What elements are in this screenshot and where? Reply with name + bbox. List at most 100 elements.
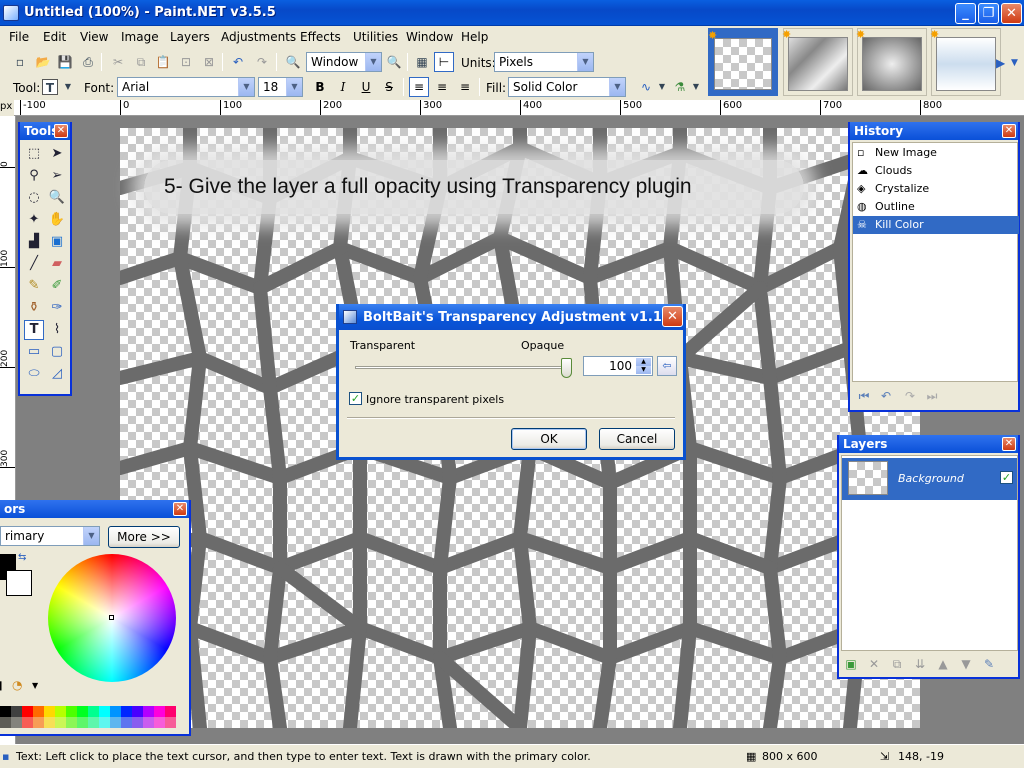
palette-swatch[interactable] (110, 706, 121, 717)
history-item[interactable]: ▫ New Image (853, 144, 1019, 162)
eraser-icon[interactable]: ▰ (47, 254, 67, 274)
strikethrough-button[interactable]: S (379, 77, 399, 97)
color-mode-select[interactable]: rimary ▼ (0, 526, 100, 546)
menu-adjustments[interactable]: Adjustments (221, 30, 296, 44)
secondary-color-swatch[interactable] (6, 570, 32, 596)
antialiasing-icon[interactable]: ∿ (638, 79, 654, 95)
align-right-icon[interactable]: ≡ (455, 77, 475, 97)
zoom-out-icon[interactable]: 🔍 (285, 54, 301, 70)
align-center-icon[interactable]: ≡ (432, 77, 452, 97)
paint-bucket-icon[interactable]: ▟ (24, 232, 44, 252)
palette-swatch[interactable] (132, 717, 143, 728)
copy-icon[interactable]: ⧉ (133, 54, 149, 70)
palette-swatch[interactable] (66, 706, 77, 717)
color-picker-icon[interactable]: ✐ (47, 276, 67, 296)
title-bar[interactable]: Untitled (100%) - Paint.NET v3.5.5 _ ❐ ✕ (0, 0, 1024, 26)
palette-swatch[interactable] (55, 717, 66, 728)
palette-swatch[interactable] (33, 717, 44, 728)
layers-panel-title[interactable]: Layers ✕ (839, 435, 1018, 453)
swap-colors-icon[interactable]: ⇆ (18, 552, 26, 563)
grid-icon[interactable]: ▦ (414, 54, 430, 70)
spin-down-icon[interactable]: ▼ (636, 366, 651, 374)
menu-utilities[interactable]: Utilities (353, 30, 398, 44)
history-item[interactable]: ☁ Clouds (853, 162, 1019, 180)
palette-menu-icon[interactable]: ◔ (12, 678, 22, 692)
palette-swatch[interactable] (66, 717, 77, 728)
rectangle-icon[interactable]: ▭ (24, 342, 44, 362)
palette-swatch[interactable] (154, 706, 165, 717)
move-layer-down-icon[interactable]: ▼ (958, 656, 974, 672)
font-size-select[interactable]: 18 ▼ (258, 77, 303, 97)
history-item[interactable]: ◈ Crystalize (853, 180, 1019, 198)
history-item[interactable]: ◍ Outline (853, 198, 1019, 216)
merge-layer-down-icon[interactable]: ⇊ (912, 656, 928, 672)
menu-view[interactable]: View (80, 30, 108, 44)
app-icon[interactable] (3, 5, 19, 21)
zoom-icon[interactable]: 🔍 (47, 188, 67, 208)
menu-edit[interactable]: Edit (43, 30, 66, 44)
close-icon[interactable]: ✕ (1002, 437, 1016, 451)
italic-button[interactable]: I (333, 77, 353, 97)
freeform-shape-icon[interactable]: ◿ (47, 364, 67, 384)
palette-swatch[interactable] (154, 717, 165, 728)
palette-swatch[interactable] (55, 706, 66, 717)
chevron-down-icon[interactable]: ▼ (654, 79, 670, 95)
more-colors-button[interactable]: More >> (108, 526, 180, 548)
reset-arrow-icon[interactable]: ⇦ (657, 356, 677, 376)
color-wheel[interactable] (48, 554, 176, 682)
align-left-icon[interactable]: ≡ (409, 77, 429, 97)
minimize-button[interactable]: _ (955, 3, 976, 24)
colors-panel-title[interactable]: ors ✕ (0, 500, 189, 518)
undo-icon[interactable]: ↶ (878, 388, 894, 404)
image-tab-3[interactable]: ✸ (856, 28, 927, 96)
palette-swatch[interactable] (77, 717, 88, 728)
save-icon[interactable]: 💾 (57, 54, 73, 70)
palette-swatch[interactable] (121, 717, 132, 728)
menu-effects[interactable]: Effects (300, 30, 341, 44)
close-icon[interactable]: ✕ (173, 502, 187, 516)
recolor-icon[interactable]: ✑ (47, 298, 67, 318)
crop-icon[interactable]: ⊡ (178, 54, 194, 70)
palette-swatch[interactable] (11, 717, 22, 728)
image-tab-4[interactable]: ✸ (930, 28, 1001, 96)
move-layer-up-icon[interactable]: ▲ (935, 656, 951, 672)
palette-swatch[interactable] (22, 717, 33, 728)
zoom-select[interactable]: Window ▼ (306, 52, 382, 72)
palette-swatch[interactable] (88, 706, 99, 717)
pencil-icon[interactable]: ✎ (24, 276, 44, 296)
gradient-icon[interactable]: ▣ (47, 232, 67, 252)
new-image-icon[interactable]: ▫ (12, 54, 28, 70)
ellipse-select-icon[interactable]: ◌ (24, 188, 44, 208)
menu-image[interactable]: Image (121, 30, 159, 44)
palette-swatch[interactable] (11, 706, 22, 717)
opacity-spinner[interactable]: 100 ▲ ▼ (583, 356, 653, 376)
palette-swatch[interactable] (22, 706, 33, 717)
chevron-down-icon[interactable]: ▼ (688, 79, 704, 95)
palette-swatch[interactable] (0, 717, 11, 728)
palette-swatch[interactable] (77, 706, 88, 717)
undo-icon[interactable]: ↶ (230, 54, 246, 70)
palette-swatch[interactable] (165, 706, 176, 717)
dialog-close-button[interactable]: ✕ (662, 306, 683, 327)
close-button[interactable]: ✕ (1001, 3, 1022, 24)
redo-icon[interactable]: ↷ (254, 54, 270, 70)
palette-swatch[interactable] (121, 706, 132, 717)
image-tab-untitled[interactable]: ✸ (708, 28, 778, 96)
scroll-right-icon[interactable]: ▶ (996, 56, 1005, 70)
palette-swatch[interactable] (143, 706, 154, 717)
clone-stamp-icon[interactable]: ⚱ (24, 298, 44, 318)
move-selected-pixels-icon[interactable]: ➤ (47, 144, 67, 164)
blend-mode-icon[interactable]: ⚗ (672, 79, 688, 95)
history-item-selected[interactable]: ☠ Kill Color (853, 216, 1019, 234)
units-select[interactable]: Pixels ▼ (494, 52, 594, 72)
lasso-select-icon[interactable]: ⚲ (24, 166, 44, 186)
rulers-toggle-icon[interactable]: ⊢ (434, 52, 454, 72)
text-tool-icon[interactable]: T (24, 320, 44, 340)
palette-icon[interactable]: ▮ (0, 678, 3, 692)
palette-swatch[interactable] (0, 706, 11, 717)
menu-file[interactable]: File (9, 30, 29, 44)
move-selection-icon[interactable]: ➢ (47, 166, 67, 186)
open-icon[interactable]: 📂 (35, 54, 51, 70)
cut-icon[interactable]: ✂ (110, 54, 126, 70)
redo-icon[interactable]: ↷ (902, 388, 918, 404)
